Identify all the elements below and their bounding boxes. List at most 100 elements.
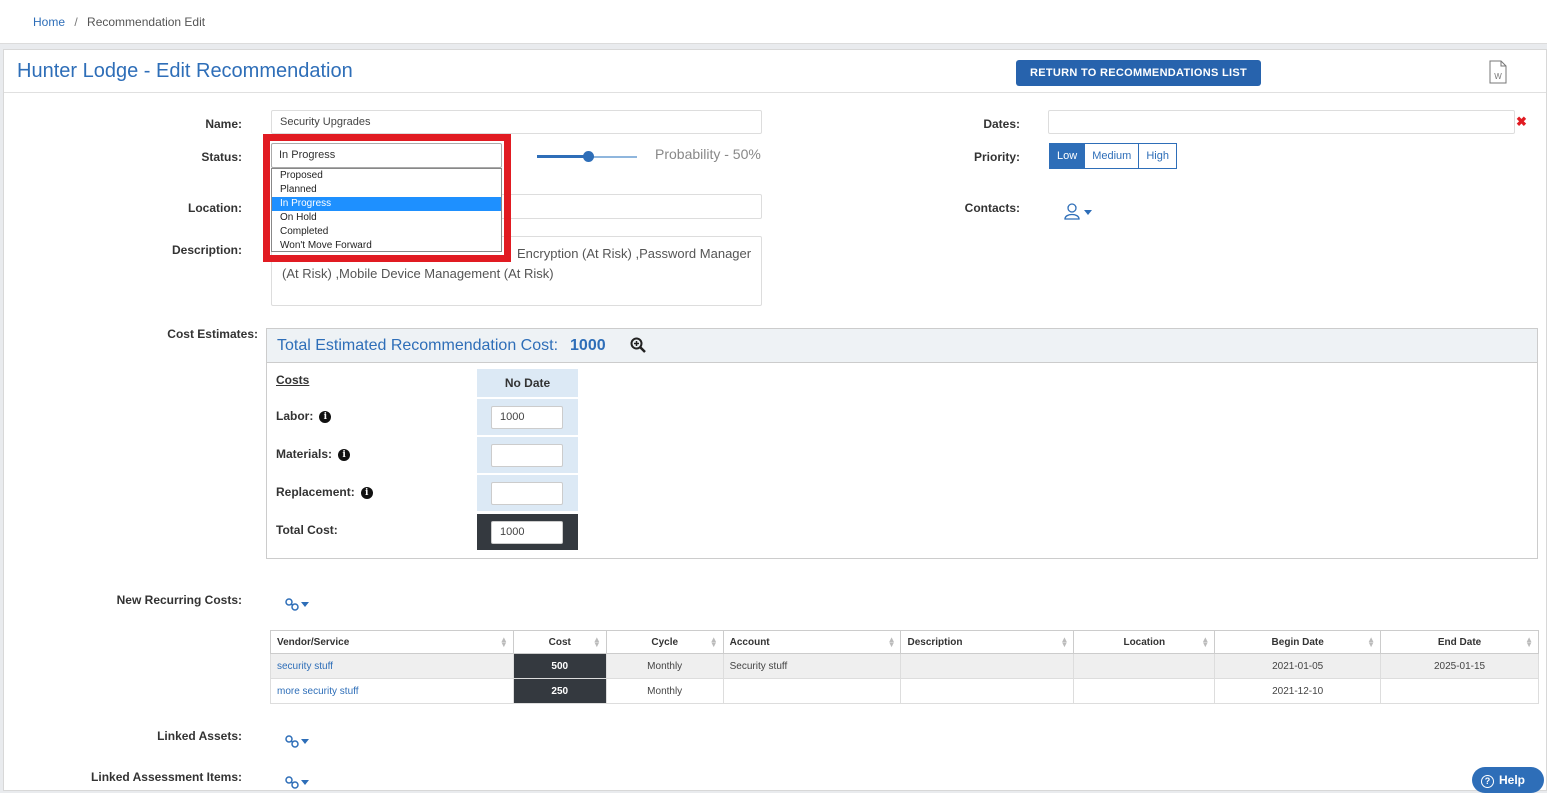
account-cell [722, 678, 902, 704]
return-to-list-button[interactable]: RETURN TO RECOMMENDATIONS LIST [1016, 60, 1261, 86]
table-row: security stuff 500 Monthly Security stuf… [270, 653, 1539, 679]
replacement-label: Replacement: [276, 485, 355, 499]
linked-assessment-items-label: Linked Assessment Items: [91, 770, 242, 784]
status-option-completed[interactable]: Completed [272, 225, 501, 239]
question-icon: ? [1481, 775, 1494, 788]
cost-cell: 250 [512, 678, 607, 704]
panel-header: Hunter Lodge - Edit Recommendation RETUR… [4, 50, 1546, 93]
end-date-cell [1380, 678, 1539, 704]
table-row: more security stuff 250 Monthly 2021-12-… [270, 678, 1539, 704]
probability-slider-handle[interactable] [583, 151, 594, 162]
contacts-label: Contacts: [964, 201, 1020, 215]
cost-estimates-label: Cost Estimates: [167, 327, 258, 341]
cost-cell: 500 [512, 653, 607, 679]
info-icon[interactable]: i [338, 448, 351, 461]
vendor-link[interactable]: security stuff [277, 661, 333, 672]
location-cell [1073, 653, 1216, 679]
priority-label: Priority: [973, 150, 1020, 164]
total-cost-label: Total Cost: [276, 523, 338, 537]
total-cost-input: 1000 [491, 521, 563, 544]
clear-dates-icon[interactable]: ✖ [1516, 114, 1527, 130]
table-header-row: Vendor/Service ▲ ▼ Cost ▲ ▼ Cycle ▲ ▼ Account ▲… [270, 630, 1539, 654]
column-header-location[interactable]: Location ▲ ▼ [1073, 630, 1216, 654]
dates-label: Dates: [983, 117, 1020, 131]
word-document-icon[interactable]: W [1488, 60, 1508, 84]
priority-high-button[interactable]: High [1139, 143, 1177, 169]
column-header-description[interactable]: Description ▲ ▼ [900, 630, 1075, 654]
total-cost-title: Total Estimated Recommendation Cost: [277, 337, 559, 354]
status-option-planned[interactable]: Planned [272, 183, 501, 197]
priority-low-button[interactable]: Low [1049, 143, 1086, 169]
location-label: Location: [188, 201, 242, 215]
name-label: Name: [205, 117, 242, 131]
labor-row-label: Labor: i [276, 409, 332, 423]
description-label: Description: [171, 243, 242, 257]
info-icon[interactable]: i [360, 486, 373, 499]
breadcrumb-separator: / [74, 15, 78, 29]
probability-text: Probability - 50% [655, 146, 761, 162]
end-date-cell: 2025-01-15 [1380, 653, 1539, 679]
labor-cost-input[interactable]: 1000 [491, 406, 563, 429]
no-date-column-header: No Date [477, 369, 578, 397]
priority-medium-button[interactable]: Medium [1085, 143, 1140, 169]
status-option-wont-move-forward[interactable]: Won't Move Forward [272, 239, 501, 253]
link-dropdown-icon[interactable] [285, 734, 311, 748]
zoom-in-icon[interactable] [630, 337, 646, 353]
description-line-1: Encryption (At Risk) ,Password Manager [517, 246, 752, 261]
help-button[interactable]: ? Help [1472, 767, 1544, 793]
svg-text:W: W [1494, 72, 1502, 81]
edit-panel: Hunter Lodge - Edit Recommendation RETUR… [3, 49, 1547, 791]
labor-cost-cell: 1000 [477, 399, 578, 435]
page-title: Hunter Lodge - Edit Recommendation [17, 60, 353, 82]
name-input[interactable]: Security Upgrades [271, 110, 762, 134]
recurring-costs-table: Vendor/Service ▲ ▼ Cost ▲ ▼ Cycle ▲ ▼ Account ▲… [270, 630, 1539, 704]
breadcrumb-home-link[interactable]: Home [33, 15, 65, 29]
column-header-account[interactable]: Account ▲ ▼ [722, 630, 902, 654]
help-label: Help [1499, 773, 1526, 787]
dates-input[interactable] [1048, 110, 1515, 134]
description-line-2: (At Risk) ,Mobile Device Management (At … [282, 266, 554, 281]
materials-row-label: Materials: i [276, 447, 351, 461]
link-dropdown-icon[interactable] [285, 775, 311, 789]
status-option-in-progress[interactable]: In Progress [272, 197, 501, 211]
status-dropdown-list: Proposed Planned In Progress On Hold Com… [271, 168, 502, 252]
new-recurring-costs-label: New Recurring Costs: [116, 593, 242, 607]
status-option-proposed[interactable]: Proposed [272, 169, 501, 183]
begin-date-cell: 2021-12-10 [1214, 678, 1382, 704]
cost-estimates-box: Total Estimated Recommendation Cost: 1000… [266, 328, 1538, 559]
column-header-vendor[interactable]: Vendor/Service ▲ ▼ [270, 630, 514, 654]
total-cost-cell: 1000 [477, 514, 578, 550]
replacement-cost-cell [477, 475, 578, 511]
vendor-cell: more security stuff [270, 678, 514, 704]
location-cell [1073, 678, 1216, 704]
vendor-link[interactable]: more security stuff [277, 686, 359, 697]
materials-cost-input[interactable] [491, 444, 563, 467]
status-label: Status: [201, 150, 242, 164]
column-header-begin-date[interactable]: Begin Date ▲ ▼ [1214, 630, 1382, 654]
linked-assets-label: Linked Assets: [157, 729, 242, 743]
replacement-cost-input[interactable] [491, 482, 563, 505]
column-header-cost[interactable]: Cost ▲ ▼ [512, 630, 607, 654]
contacts-dropdown-icon[interactable] [1064, 202, 1094, 222]
total-cost-value: 1000 [570, 337, 606, 354]
cost-total-header: Total Estimated Recommendation Cost: 1000 [267, 329, 1537, 363]
column-header-end-date[interactable]: End Date ▲ ▼ [1380, 630, 1539, 654]
cycle-cell: Monthly [605, 678, 724, 704]
begin-date-cell: 2021-01-05 [1214, 653, 1382, 679]
column-header-cycle[interactable]: Cycle ▲ ▼ [605, 630, 724, 654]
replacement-row-label: Replacement: i [276, 485, 373, 499]
materials-cost-cell [477, 437, 578, 473]
breadcrumb: Home / Recommendation Edit [0, 0, 1547, 44]
info-icon[interactable]: i [319, 410, 332, 423]
labor-label: Labor: [276, 409, 314, 423]
status-select[interactable]: In Progress [271, 143, 502, 168]
status-option-on-hold[interactable]: On Hold [272, 211, 501, 225]
vendor-cell: security stuff [270, 653, 514, 679]
costs-column-label: Costs [276, 373, 310, 387]
priority-toggle-group: Low Medium High [1049, 143, 1177, 169]
description-cell [900, 678, 1075, 704]
materials-label: Materials: [276, 447, 333, 461]
description-cell [900, 653, 1075, 679]
link-dropdown-icon[interactable] [285, 597, 311, 611]
account-cell: Security stuff [722, 653, 902, 679]
